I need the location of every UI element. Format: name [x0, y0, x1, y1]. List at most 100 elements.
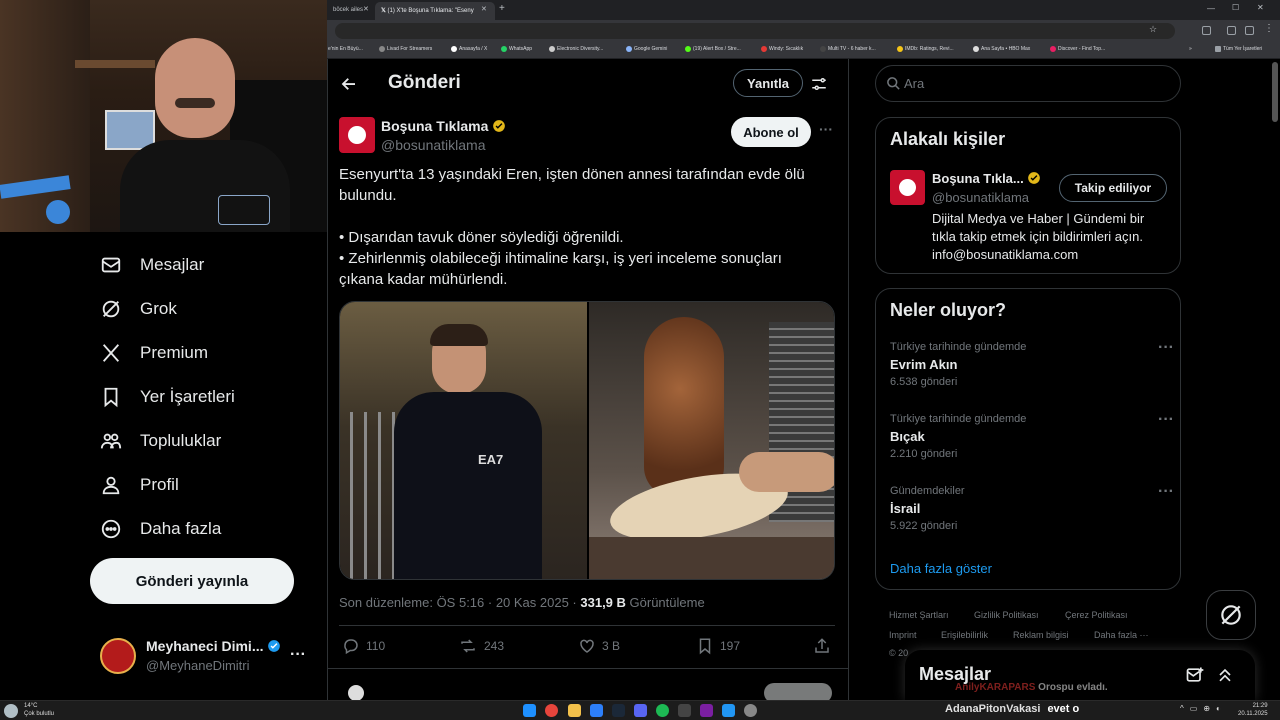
app-icon[interactable] — [722, 704, 735, 717]
card-title: Neler oluyor? — [890, 300, 1007, 320]
bookmark-item[interactable]: Electronic Diversity... — [549, 46, 603, 52]
sidebar-item-premium[interactable]: Premium — [100, 333, 208, 373]
browser-tab-active[interactable]: 𝕏 (1) X'te Boşuna Tıklama: "Eseny — [375, 2, 495, 20]
expand-up-icon[interactable] — [1215, 665, 1235, 685]
more-bookmarks-icon[interactable]: » — [1189, 46, 1192, 52]
bookmark-item[interactable]: Livad For Streamers — [379, 46, 432, 52]
footer-link[interactable]: Çerez Politikası — [1065, 610, 1128, 620]
footer-link[interactable]: Erişilebilirlik — [941, 630, 988, 640]
footer-link[interactable]: Hizmet Şartları — [889, 610, 949, 620]
author-avatar[interactable] — [339, 117, 375, 153]
sidebar-item-communities[interactable]: Topluluklar — [100, 421, 221, 461]
download-icon[interactable] — [1245, 26, 1254, 35]
media-photo-person[interactable]: EA7 — [340, 302, 587, 579]
bookmark-item[interactable]: IMDb: Ratings, Revi... — [897, 46, 954, 52]
more-options-icon[interactable]: ··· — [290, 646, 306, 664]
system-tray-icons[interactable]: ^▭⊕◐ — [1180, 704, 1227, 713]
related-avatar[interactable] — [890, 170, 925, 205]
post-timestamp[interactable]: Son düzenleme: ÖS 5:16 · 20 Kas 2025 · — [339, 595, 580, 610]
steam-icon[interactable] — [612, 704, 625, 717]
show-more-link[interactable]: Daha fazla göster — [890, 561, 992, 576]
start-icon[interactable] — [523, 704, 536, 717]
all-bookmarks-folder[interactable]: Tüm Yer İşaretleri — [1215, 46, 1262, 52]
sidebar-item-bookmarks[interactable]: Yer İşaretleri — [100, 377, 235, 417]
app-icon[interactable] — [590, 704, 603, 717]
more-options-icon[interactable]: ··· — [819, 121, 833, 137]
author-name[interactable]: Boşuna Tıklama — [381, 118, 488, 134]
trend-item[interactable]: Türkiye tarihinde gündemde Bıçak 2.210 g… — [890, 411, 1174, 460]
repost-action[interactable]: 243 — [458, 637, 504, 655]
sidebar-item-grok[interactable]: Grok — [100, 289, 177, 329]
bookmark-item[interactable]: Windy: Sıcaklık — [761, 46, 803, 52]
maximize-icon[interactable]: ☐ — [1232, 3, 1239, 12]
menu-icon[interactable]: ⋮ — [1264, 23, 1274, 34]
search-placeholder: Ara — [904, 76, 925, 91]
footer-link[interactable]: Reklam bilgisi — [1013, 630, 1069, 640]
post-button[interactable]: Gönderi yayınla — [90, 558, 294, 604]
sidebar-item-more[interactable]: Daha fazla — [100, 509, 221, 549]
more-options-icon[interactable]: ··· — [1158, 411, 1174, 429]
star-icon[interactable]: ☆ — [1149, 24, 1157, 35]
more-circle-icon — [101, 519, 121, 539]
weather-widget[interactable]: 14°C Çok bulutlu — [24, 702, 54, 718]
chrome-icon[interactable] — [545, 704, 558, 717]
related-handle[interactable]: @bosunatiklama — [932, 190, 1029, 205]
new-message-icon[interactable] — [1185, 665, 1205, 685]
sidebar-item-profile[interactable]: Profil — [100, 465, 179, 505]
sidebar-item-messages[interactable]: Mesajlar — [100, 245, 204, 285]
share-icon[interactable] — [813, 637, 831, 655]
subscribe-button[interactable]: Abone ol — [731, 117, 811, 147]
like-action[interactable]: 3 B — [578, 637, 620, 655]
divider — [328, 668, 848, 669]
following-button[interactable]: Takip ediliyor — [1059, 174, 1167, 202]
bookmark-item[interactable]: Ana Sayfa • HBO Max — [973, 46, 1030, 52]
trend-item[interactable]: Gündemdekiler İsrail 5.922 gönderi ··· — [890, 483, 1174, 532]
new-tab-icon[interactable]: + — [499, 3, 505, 14]
clock[interactable]: 21:29 20.11.2025 — [1238, 702, 1268, 718]
footer-link[interactable]: Daha fazla ··· — [1094, 630, 1149, 640]
messages-drawer[interactable]: Mesajlar AnilyKARAPARS Orospu evladı. — [905, 650, 1255, 700]
bookmark-item[interactable]: WhatsApp — [501, 46, 532, 52]
reply-action[interactable]: 110 — [342, 637, 385, 655]
more-options-icon[interactable]: ··· — [1158, 339, 1174, 357]
close-icon[interactable]: ✕ — [481, 5, 487, 13]
spotify-icon[interactable] — [656, 704, 669, 717]
app-icon[interactable] — [700, 704, 713, 717]
more-options-icon[interactable]: ··· — [1158, 483, 1174, 501]
post-text-bullet: • Dışarıdan tavuk döner söylediği öğreni… — [339, 229, 624, 246]
url-input[interactable] — [335, 23, 1175, 39]
bookmark-item[interactable]: Discover - Find Top... — [1050, 46, 1105, 52]
bookmark-item[interactable]: Anasayfa / X — [451, 46, 487, 52]
footer-link[interactable]: Imprint — [889, 630, 917, 640]
related-name[interactable]: Boşuna Tıkla... — [932, 171, 1024, 186]
trend-item[interactable]: Türkiye tarihinde gündemde Evrim Akın 6.… — [890, 339, 1174, 388]
close-icon[interactable]: ✕ — [363, 5, 369, 13]
bookmark-item[interactable]: (19) Alert Box / Stre... — [685, 46, 741, 52]
sliders-icon[interactable] — [810, 75, 828, 93]
reply-submit-button[interactable] — [764, 683, 832, 700]
obs-icon[interactable] — [744, 704, 757, 717]
people-icon — [100, 433, 122, 449]
window-close-icon[interactable]: ✕ — [1257, 3, 1264, 12]
app-icon[interactable] — [678, 704, 691, 717]
trend-name: İsrail — [890, 501, 921, 516]
footer-link[interactable]: Gizlilik Politikası — [974, 610, 1039, 620]
author-handle[interactable]: @bosunatiklama — [381, 137, 486, 153]
extension-icon[interactable] — [1202, 26, 1211, 35]
reply-button[interactable]: Yanıtla — [733, 69, 803, 97]
bookmark-action[interactable]: 197 — [696, 637, 740, 655]
search-input[interactable]: Ara — [875, 65, 1181, 102]
account-switcher[interactable]: Meyhaneci Dimi... @MeyhaneDimitri ··· — [100, 632, 320, 676]
back-arrow-icon[interactable] — [340, 75, 358, 93]
media-photo-doner[interactable] — [589, 302, 834, 579]
bookmark-item[interactable]: Google Gemini — [626, 46, 667, 52]
post-media[interactable]: EA7 — [339, 301, 835, 580]
bookmark-item[interactable]: Multi TV - 6 haber k... — [820, 46, 876, 52]
bookmark-item[interactable]: e'nin En Büyü... — [328, 46, 363, 52]
grok-button[interactable] — [1206, 590, 1256, 640]
discord-icon[interactable] — [634, 704, 647, 717]
scrollbar-thumb[interactable] — [1272, 62, 1278, 122]
minimize-icon[interactable]: — — [1207, 4, 1215, 13]
profile-icon[interactable] — [1227, 26, 1236, 35]
folder-icon[interactable] — [568, 704, 581, 717]
